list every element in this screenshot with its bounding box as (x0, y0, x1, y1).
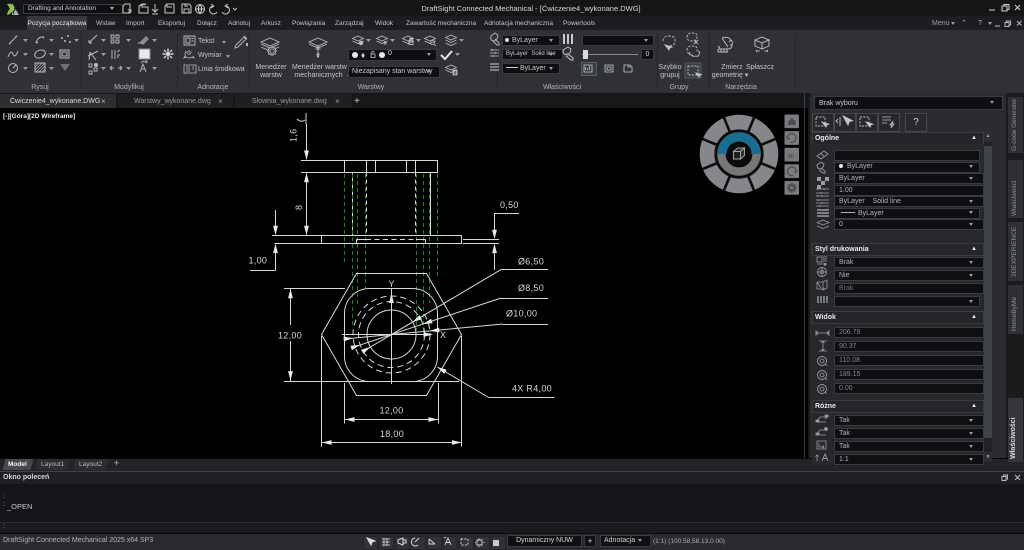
svg-text:1,6: 1,6 (289, 129, 299, 142)
svg-text:12,00: 12,00 (379, 406, 403, 416)
svg-text:Ø10,00: Ø10,00 (506, 309, 537, 319)
svg-text:18,00: 18,00 (380, 429, 404, 439)
svg-text:1,00: 1,00 (249, 256, 268, 266)
svg-text:Ø6,50: Ø6,50 (518, 257, 544, 267)
svg-text:0,50: 0,50 (500, 200, 519, 210)
svg-text:12,00: 12,00 (278, 331, 302, 341)
svg-text:Y: Y (388, 279, 394, 289)
svg-text:Ø8,50: Ø8,50 (518, 283, 544, 293)
svg-text:90: 90 (787, 154, 795, 161)
svg-text:4X R4,00: 4X R4,00 (512, 384, 552, 394)
svg-text:8: 8 (294, 205, 304, 210)
svg-text:X: X (440, 330, 446, 340)
